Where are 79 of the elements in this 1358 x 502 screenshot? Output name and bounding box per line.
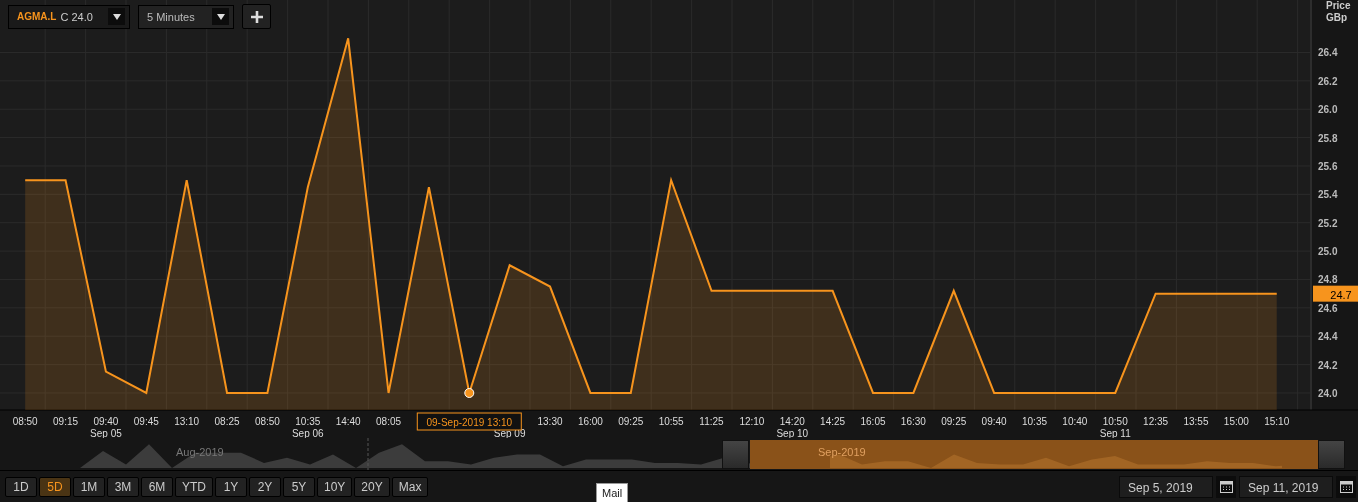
plus-icon	[250, 10, 263, 23]
x-tick-label: 11:25	[699, 416, 724, 427]
x-tick-label: 13:10	[174, 416, 200, 427]
quote-text: C 24.0	[60, 10, 94, 23]
x-tick-label: 10:35	[295, 416, 321, 427]
x-tick-label: 16:00	[577, 416, 603, 427]
interval-text: 5 Minutes	[147, 10, 196, 23]
axis-unit: GBp	[1326, 12, 1348, 23]
range-button[interactable]: 6M	[141, 476, 173, 497]
month-label: Aug-2019	[176, 446, 224, 458]
y-tick-label: 26.0	[1318, 104, 1338, 116]
add-button[interactable]	[242, 4, 271, 29]
x-tick-label: 14:25	[820, 416, 846, 427]
y-tick-label: 24.0	[1318, 388, 1338, 399]
axis-title: Price	[1326, 0, 1351, 11]
x-tick-label: 09:15	[53, 416, 79, 427]
x-tick-label: 14:20	[779, 416, 805, 427]
x-tick-label: 10:40	[1062, 416, 1088, 427]
x-tick-label: 08:50	[12, 416, 38, 427]
y-tick-label: 24.2	[1318, 359, 1338, 371]
x-tick-label: 10:35	[1022, 416, 1047, 427]
range-button[interactable]: 1M	[73, 476, 105, 497]
x-tick-label: 08:25	[214, 416, 240, 427]
x-tick-label: 09:45	[133, 416, 159, 427]
y-tick-label: 25.6	[1318, 161, 1338, 172]
y-tick-label: 24.4	[1318, 331, 1338, 343]
calendar-icon	[1219, 480, 1233, 493]
crosshair-date-label: 09-Sep-2019 13:10	[416, 412, 522, 431]
dropdown-icon[interactable]	[212, 8, 229, 25]
dropdown-icon[interactable]	[108, 8, 125, 25]
x-tick-label: 13:30	[537, 416, 563, 427]
y-tick-label: 26.4	[1318, 47, 1338, 59]
interval-select[interactable]: 5 Minutes	[138, 4, 234, 29]
x-tick-label: 09:40	[981, 416, 1007, 427]
x-tick-label: 09:25	[618, 416, 644, 427]
y-tick-label: 24.8	[1318, 274, 1338, 286]
calendar-icon	[1339, 480, 1353, 493]
x-tick-label: 12:10	[739, 416, 765, 427]
x-tick-label: 10:55	[658, 416, 684, 427]
x-tick-label: 10:50	[1102, 416, 1128, 427]
range-button[interactable]: 3M	[107, 476, 139, 497]
x-tick-label: 15:00	[1223, 416, 1249, 427]
x-tick-label: 12:35	[1143, 416, 1169, 427]
month-label: Sep-2019	[818, 446, 866, 458]
x-tick-label: 09:25	[941, 416, 967, 427]
range-button[interactable]: 10Y	[317, 476, 353, 497]
range-navigator[interactable]: Aug-2019 Sep-2019	[0, 438, 1358, 471]
x-tick-label: 09:40	[93, 416, 119, 427]
range-handle[interactable]	[722, 440, 749, 469]
range-button[interactable]: 1Y	[215, 476, 247, 497]
x-tick-label: 13:55	[1183, 416, 1209, 427]
range-button[interactable]: YTD	[175, 476, 213, 497]
start-date-field[interactable]: Sep 5, 2019	[1119, 475, 1213, 498]
y-tick-label: 25.0	[1318, 246, 1338, 258]
x-tick-label: 15:10	[1264, 416, 1290, 427]
range-button[interactable]: 1D	[5, 476, 37, 497]
range-handle[interactable]	[1318, 440, 1345, 469]
y-tick-label: 25.4	[1318, 189, 1338, 201]
tooltip: Mail	[596, 483, 629, 502]
calendar-button[interactable]	[1216, 475, 1236, 498]
range-button[interactable]: 2Y	[249, 476, 281, 497]
symbol-text: AGMA.L	[17, 11, 57, 22]
range-button[interactable]: 5Y	[283, 476, 315, 497]
y-tick-label: 25.2	[1318, 217, 1338, 229]
range-button[interactable]: 20Y	[354, 476, 390, 497]
range-button[interactable]: 5D	[39, 476, 71, 497]
hover-marker	[464, 388, 475, 398]
y-tick-label: 24.6	[1318, 302, 1338, 314]
symbol-field[interactable]: AGMA.L C 24.0	[8, 4, 130, 29]
end-date-field[interactable]: Sep 11, 2019	[1239, 475, 1333, 498]
x-tick-label: 14:40	[335, 416, 361, 427]
calendar-button[interactable]	[1336, 475, 1356, 498]
y-tick-label: 26.2	[1318, 75, 1338, 87]
x-tick-label: 08:05	[376, 416, 402, 427]
x-tick-label: 08:50	[254, 416, 280, 427]
x-tick-label: 16:05	[860, 416, 886, 427]
range-button[interactable]: Max	[391, 476, 429, 497]
y-tick-label: 25.8	[1318, 132, 1338, 144]
x-tick-label: 16:30	[900, 416, 926, 427]
